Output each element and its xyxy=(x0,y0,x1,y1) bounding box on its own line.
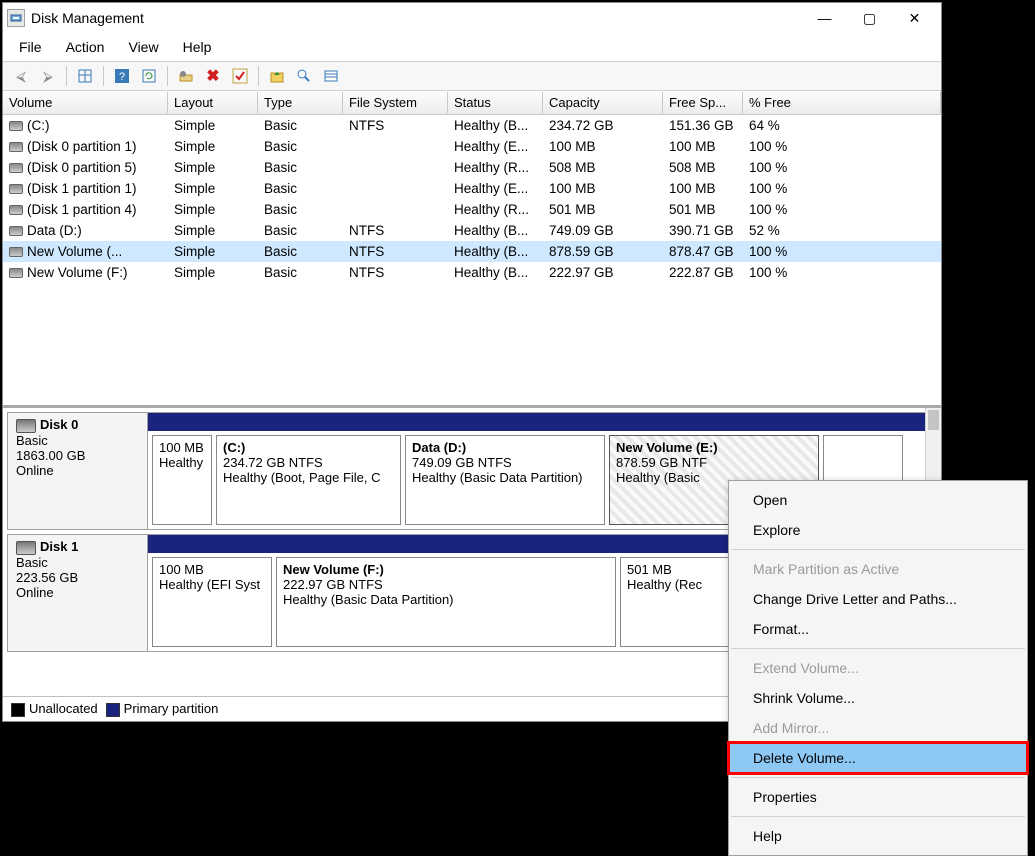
toolbar-separator xyxy=(103,66,104,86)
context-menu[interactable]: OpenExplore Mark Partition as ActiveChang… xyxy=(728,480,1028,856)
column-status[interactable]: Status xyxy=(448,92,543,113)
menu-item-properties[interactable]: Properties xyxy=(729,782,1027,812)
settings-icon[interactable] xyxy=(174,65,198,87)
toolbar-separator xyxy=(258,66,259,86)
partition-header-stripe xyxy=(148,413,936,431)
refresh-icon[interactable] xyxy=(137,65,161,87)
menu-file[interactable]: File xyxy=(9,35,52,59)
delete-icon[interactable]: ✖ xyxy=(201,65,225,87)
disk-label[interactable]: Disk 1Basic223.56 GBOnline xyxy=(8,535,148,651)
back-button[interactable]: ⮘ xyxy=(9,65,33,87)
scrollbar-thumb[interactable] xyxy=(928,410,939,430)
check-icon[interactable] xyxy=(228,65,252,87)
primary-swatch xyxy=(106,703,120,717)
legend-primary: Primary partition xyxy=(106,701,219,717)
column-volume[interactable]: Volume xyxy=(3,92,168,113)
menu-item-open[interactable]: Open xyxy=(729,485,1027,515)
menu-help[interactable]: Help xyxy=(173,35,222,59)
volume-list-header: Volume Layout Type File System Status Ca… xyxy=(3,91,941,115)
window-title: Disk Management xyxy=(31,10,144,26)
disk-icon xyxy=(16,541,36,555)
drive-icon xyxy=(9,226,23,236)
drive-icon xyxy=(9,205,23,215)
partition-box[interactable]: 100 MBHealthy (EFI Syst xyxy=(152,557,272,647)
column-percent-free[interactable]: % Free xyxy=(743,92,941,113)
partition-box[interactable]: Data (D:)749.09 GB NTFSHealthy (Basic Da… xyxy=(405,435,605,525)
volume-row[interactable]: New Volume (F:)SimpleBasicNTFSHealthy (B… xyxy=(3,262,941,283)
volume-row[interactable]: (C:)SimpleBasicNTFSHealthy (B...234.72 G… xyxy=(3,115,941,136)
help-icon[interactable]: ? xyxy=(110,65,134,87)
drive-icon xyxy=(9,121,23,131)
menu-item-extend-volume: Extend Volume... xyxy=(729,653,1027,683)
column-layout[interactable]: Layout xyxy=(168,92,258,113)
menu-bar: File Action View Help xyxy=(3,33,941,61)
titlebar: Disk Management — ▢ ✕ xyxy=(3,3,941,33)
list-icon[interactable] xyxy=(319,65,343,87)
menu-item-explore[interactable]: Explore xyxy=(729,515,1027,545)
menu-item-change-drive-letter-and-paths[interactable]: Change Drive Letter and Paths... xyxy=(729,584,1027,614)
menu-separator xyxy=(731,777,1025,778)
volume-list[interactable]: (C:)SimpleBasicNTFSHealthy (B...234.72 G… xyxy=(3,115,941,405)
volume-row[interactable]: (Disk 1 partition 1)SimpleBasicHealthy (… xyxy=(3,178,941,199)
menu-item-add-mirror: Add Mirror... xyxy=(729,713,1027,743)
minimize-button[interactable]: — xyxy=(802,3,847,33)
forward-button[interactable]: ⮚ xyxy=(36,65,60,87)
toolbar-separator xyxy=(66,66,67,86)
menu-item-delete-volume[interactable]: Delete Volume... xyxy=(729,743,1027,773)
volume-row[interactable]: (Disk 1 partition 4)SimpleBasicHealthy (… xyxy=(3,199,941,220)
volume-row[interactable]: New Volume (...SimpleBasicNTFSHealthy (B… xyxy=(3,241,941,262)
menu-separator xyxy=(731,549,1025,550)
toolbar: ⮘ ⮚ ? ✖ xyxy=(3,61,941,91)
volume-row[interactable]: (Disk 0 partition 5)SimpleBasicHealthy (… xyxy=(3,157,941,178)
menu-item-help[interactable]: Help xyxy=(729,821,1027,851)
legend-unallocated: Unallocated xyxy=(11,701,98,717)
search-icon[interactable] xyxy=(292,65,316,87)
drive-icon xyxy=(9,268,23,278)
column-free-space[interactable]: Free Sp... xyxy=(663,92,743,113)
drive-icon xyxy=(9,184,23,194)
volume-row[interactable]: (Disk 0 partition 1)SimpleBasicHealthy (… xyxy=(3,136,941,157)
volume-row[interactable]: Data (D:)SimpleBasicNTFSHealthy (B...749… xyxy=(3,220,941,241)
disk-icon xyxy=(16,419,36,433)
drive-icon xyxy=(9,247,23,257)
menu-view[interactable]: View xyxy=(118,35,168,59)
column-capacity[interactable]: Capacity xyxy=(543,92,663,113)
disk-label[interactable]: Disk 0Basic1863.00 GBOnline xyxy=(8,413,148,529)
partition-box[interactable]: New Volume (F:)222.97 GB NTFSHealthy (Ba… xyxy=(276,557,616,647)
svg-text:?: ? xyxy=(119,71,125,83)
close-button[interactable]: ✕ xyxy=(892,3,937,33)
menu-item-format[interactable]: Format... xyxy=(729,614,1027,644)
app-icon xyxy=(7,9,25,27)
menu-item-shrink-volume[interactable]: Shrink Volume... xyxy=(729,683,1027,713)
partition-box[interactable]: (C:)234.72 GB NTFSHealthy (Boot, Page Fi… xyxy=(216,435,401,525)
partition-box[interactable]: 100 MBHealthy xyxy=(152,435,212,525)
column-type[interactable]: Type xyxy=(258,92,343,113)
toolbar-separator xyxy=(167,66,168,86)
menu-separator xyxy=(731,816,1025,817)
maximize-button[interactable]: ▢ xyxy=(847,3,892,33)
column-filesystem[interactable]: File System xyxy=(343,92,448,113)
drive-icon xyxy=(9,142,23,152)
menu-action[interactable]: Action xyxy=(56,35,115,59)
menu-item-mark-partition-as-active: Mark Partition as Active xyxy=(729,554,1027,584)
drive-icon xyxy=(9,163,23,173)
unallocated-swatch xyxy=(11,703,25,717)
grid-icon[interactable] xyxy=(73,65,97,87)
menu-separator xyxy=(731,648,1025,649)
folder-up-icon[interactable] xyxy=(265,65,289,87)
